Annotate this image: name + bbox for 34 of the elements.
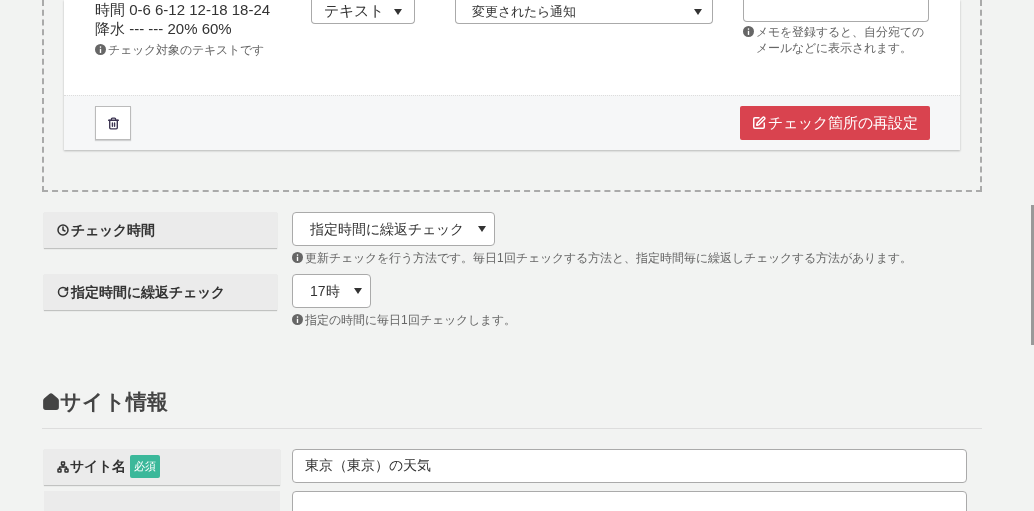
caret-icon <box>353 288 362 294</box>
info-icon <box>95 44 106 55</box>
setting-label: チェック時間 <box>44 212 277 248</box>
site-name-field[interactable]: 東京（東京）の天気 <box>292 448 967 483</box>
setting-select[interactable]: 17時 <box>292 274 371 308</box>
setting-select[interactable]: 指定時間に繰返チェック <box>292 212 495 246</box>
target-text: 降水 --- --- 20% 60% <box>95 19 233 38</box>
memo-field[interactable] <box>743 0 929 22</box>
notify-select[interactable]: 変更されたら通知 <box>455 0 713 24</box>
hint-text: 指定の時間に毎日1回チェックします。 <box>305 312 516 328</box>
caret-icon <box>694 8 702 15</box>
info-icon <box>292 252 303 263</box>
setting-label: 指定時間に繰返チェック <box>44 274 277 310</box>
target-text: 時間 0-6 6-12 12-18 18-24 <box>95 0 272 19</box>
edit-icon <box>752 116 766 130</box>
hint-text: メモを登録すると、自分宛てのメールなどに表示されます。 <box>756 24 925 56</box>
section-title: サイト情報 <box>60 389 168 415</box>
info-icon <box>743 26 754 37</box>
rotate-icon <box>57 286 69 298</box>
caret-icon <box>478 226 486 232</box>
trash-icon <box>106 116 120 130</box>
sitemap-icon <box>57 460 69 473</box>
clock-icon <box>57 224 69 236</box>
hint-text: チェック対象のテキストです <box>108 42 264 58</box>
home-icon <box>42 392 60 411</box>
label-text: サイト名 <box>70 457 126 476</box>
delete-button[interactable] <box>95 106 131 140</box>
required-badge: 必須 <box>130 455 160 478</box>
scrollbar[interactable] <box>1031 205 1034 345</box>
type-select[interactable]: テキスト <box>311 0 415 24</box>
info-icon <box>292 314 303 325</box>
caret-icon <box>394 8 402 15</box>
reset-button[interactable]: チェック箇所の再設定 <box>740 106 930 140</box>
hint-text: 更新チェックを行う方法です。毎日1回チェックする方法と、指定時間毎に繰返しチェックする方法があります。 <box>305 250 912 266</box>
